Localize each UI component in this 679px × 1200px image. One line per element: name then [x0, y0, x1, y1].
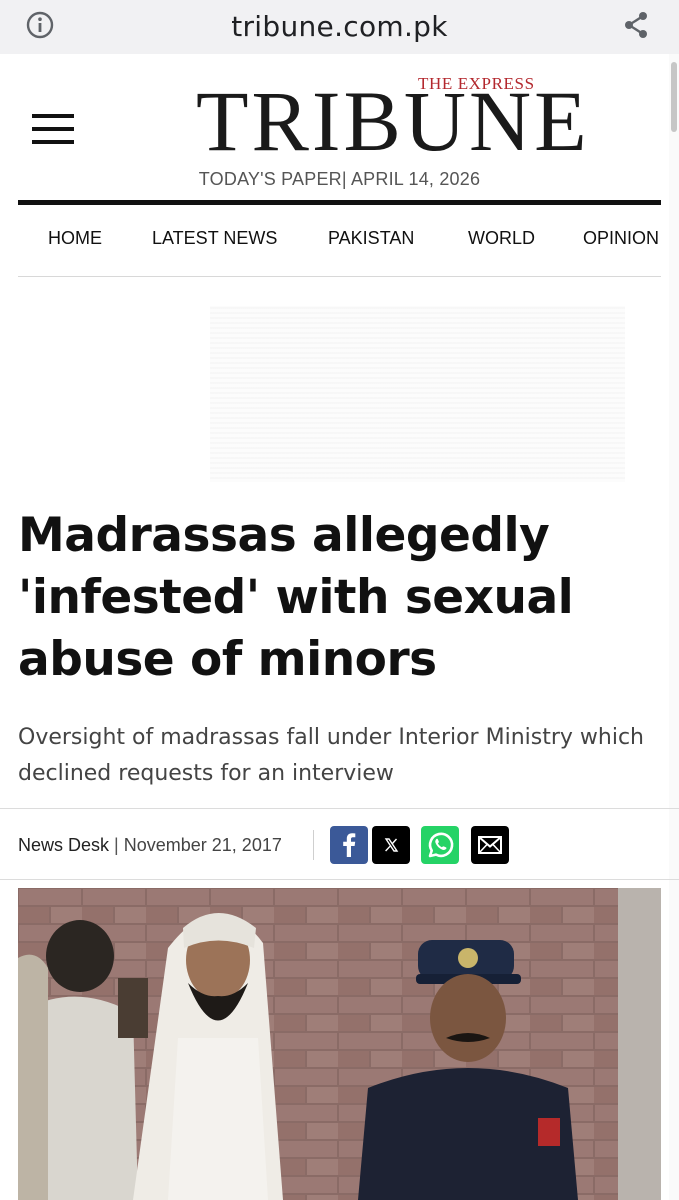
share-icon[interactable] [623, 10, 649, 40]
subhead-divider [0, 808, 679, 809]
hamburger-menu-icon[interactable] [32, 114, 76, 146]
facebook-share-button[interactable] [330, 826, 368, 864]
url-domain[interactable]: tribune.com.pk [0, 10, 679, 43]
nav-item-pakistan[interactable]: PAKISTAN [328, 228, 414, 249]
publish-date: November 21, 2017 [123, 835, 282, 855]
ad-placeholder [210, 306, 625, 482]
facebook-icon [343, 833, 356, 857]
byline: News Desk | November 21, 2017 [18, 835, 282, 856]
x-icon [384, 838, 399, 852]
byline-separator: | [114, 835, 119, 855]
email-share-button[interactable] [471, 826, 509, 864]
article-photo [18, 888, 661, 1200]
x-share-button[interactable] [372, 826, 410, 864]
nav-divider [18, 276, 661, 277]
todays-paper-link[interactable]: TODAY'S PAPER| APRIL 14, 2026 [0, 169, 679, 190]
header-divider [18, 200, 661, 205]
author-link[interactable]: News Desk [18, 835, 109, 855]
scrollbar[interactable] [669, 54, 679, 1200]
email-icon [478, 836, 502, 854]
article-headline: Madrassas allegedly 'infested' with sexu… [18, 508, 574, 687]
scrollbar-thumb[interactable] [671, 62, 677, 132]
nav-item-latest-news[interactable]: LATEST NEWS [152, 228, 277, 249]
main-nav: HOME LATEST NEWS PAKISTAN WORLD OPINION [18, 216, 661, 262]
article-subheadline: Oversight of madrassas fall under Interi… [18, 725, 644, 786]
byline-divider [313, 830, 314, 860]
whatsapp-icon [428, 832, 454, 858]
whatsapp-share-button[interactable] [421, 826, 459, 864]
nav-item-home[interactable]: HOME [48, 228, 102, 249]
nav-item-opinion[interactable]: OPINION [583, 228, 659, 249]
logo-tribune[interactable]: TRIBUNE [196, 78, 590, 164]
byline-bottom-divider [0, 879, 679, 880]
nav-item-world[interactable]: WORLD [468, 228, 535, 249]
article-photo-illustration [18, 888, 661, 1200]
browser-url-bar: tribune.com.pk [0, 0, 679, 54]
